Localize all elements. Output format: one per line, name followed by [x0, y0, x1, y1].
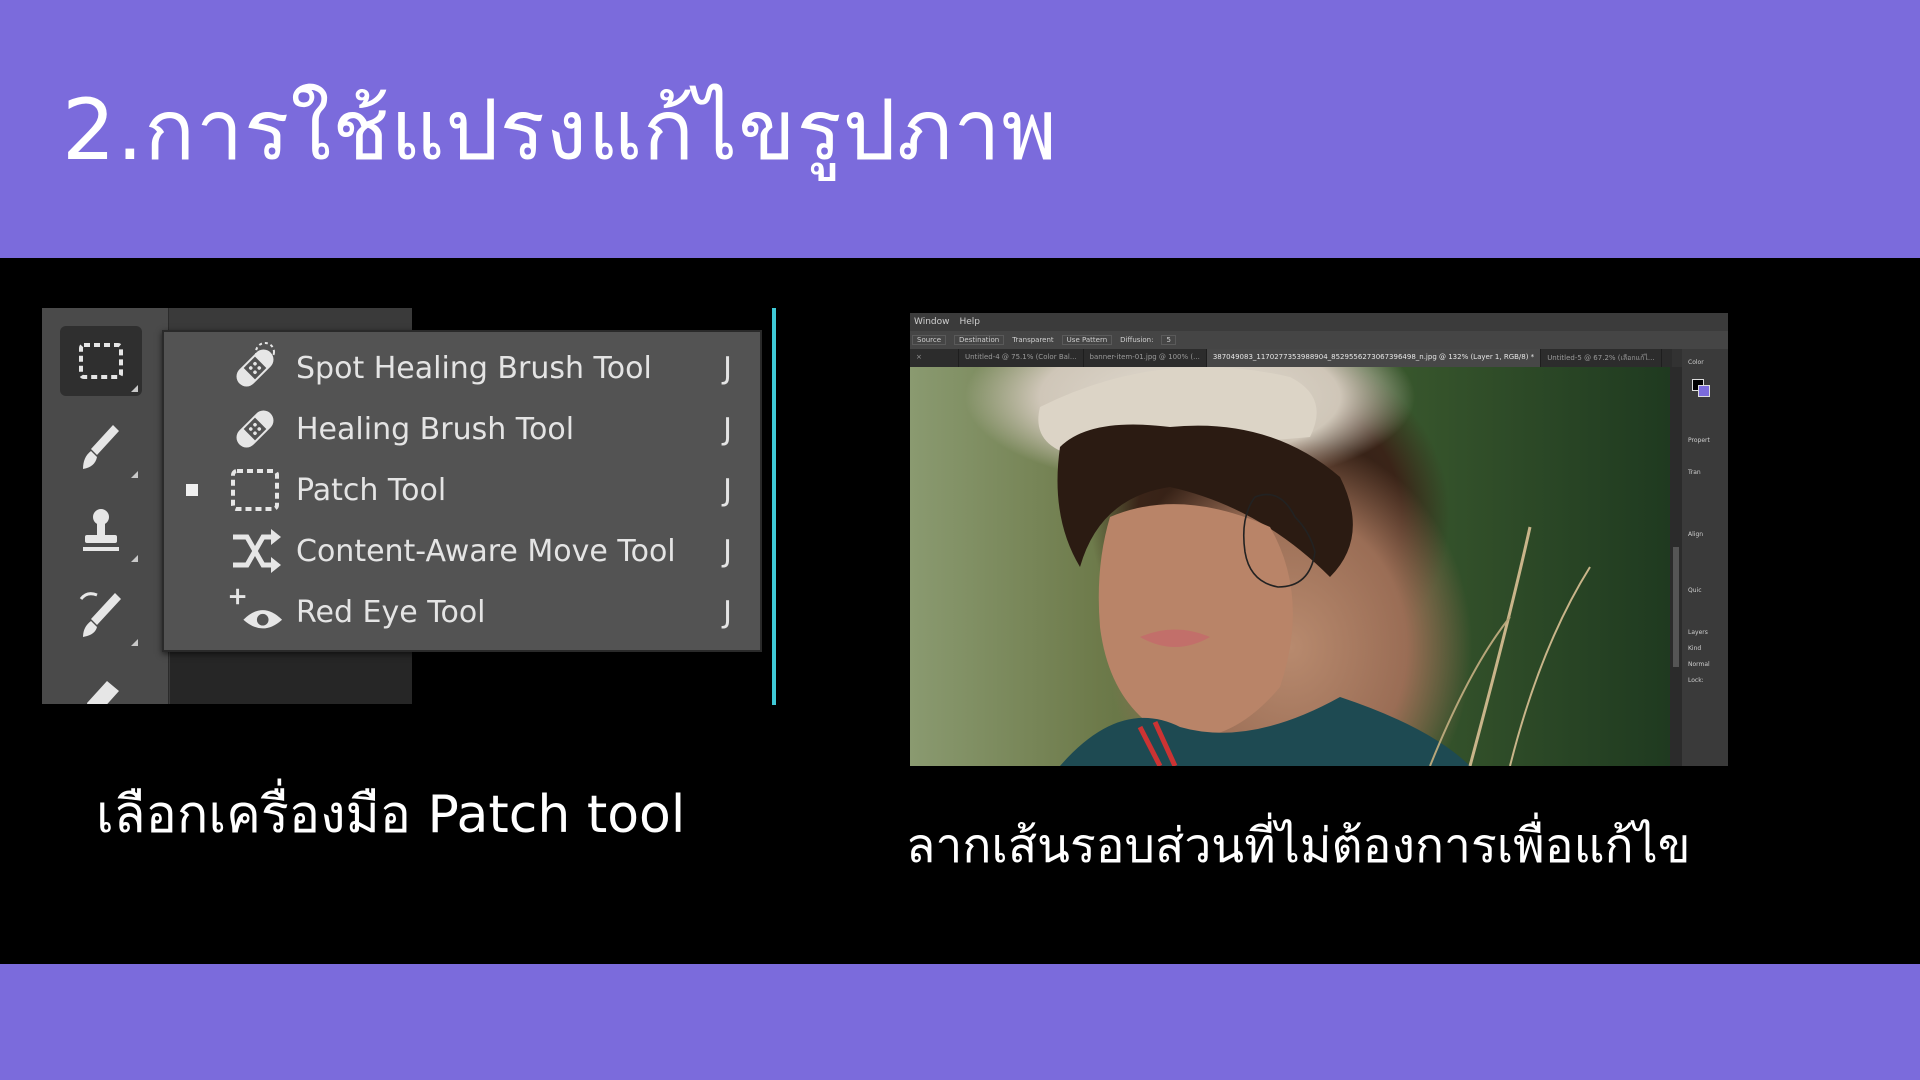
destination-option[interactable]: Destination: [954, 335, 1005, 345]
selected-tool-mark: [186, 484, 198, 496]
ps-document-tabs: × Untitled-4 @ 75.1% (Color Bal... banne…: [910, 349, 1672, 367]
layers-lock-label: Lock:: [1688, 677, 1704, 684]
flyout-item-spot-healing-brush[interactable]: Spot Healing Brush Tool J: [164, 338, 760, 398]
selection-mark: [186, 362, 198, 374]
transparent-option[interactable]: Transparent: [1012, 336, 1053, 344]
divider-line: [772, 308, 776, 705]
flyout-item-red-eye[interactable]: Red Eye Tool J: [164, 582, 760, 642]
patch-icon: [226, 461, 284, 519]
menu-item-window[interactable]: Window: [914, 317, 950, 327]
document-tab[interactable]: Untitled-5 @ 67.2% (เลือกแก้ไ...: [1541, 349, 1662, 367]
source-option[interactable]: Source: [912, 335, 947, 345]
photo-illustration: [1038, 367, 1591, 766]
caption-right: ลากเส้นรอบส่วนที่ไม่ต้องการเพื่อแก้ไข: [906, 818, 1691, 874]
panel-properties-label[interactable]: Propert: [1688, 437, 1710, 444]
layers-kind-filter[interactable]: Kind: [1688, 645, 1701, 652]
healing-tools-flyout: Spot Healing Brush Tool J Healing Brush …: [162, 330, 762, 652]
panel-color-label[interactable]: Color: [1688, 359, 1704, 366]
document-tab[interactable]: ×: [910, 349, 959, 367]
flyout-item-label: Spot Healing Brush Tool: [296, 350, 652, 386]
scrollbar[interactable]: [1670, 367, 1682, 766]
flyout-item-shortcut: J: [723, 411, 732, 447]
flyout-item-shortcut: J: [723, 594, 732, 630]
panel-layers-label[interactable]: Layers: [1688, 629, 1708, 636]
ps-options-bar: Source Destination Transparent Use Patte…: [910, 331, 1728, 349]
footer-band: [0, 964, 1920, 1080]
content-aware-move-icon: [226, 522, 284, 580]
patch-icon[interactable]: [60, 326, 142, 396]
document-tab-active[interactable]: 387049083_1170277353988904_8529556273067…: [1206, 349, 1542, 367]
use-pattern-button[interactable]: Use Pattern: [1061, 335, 1113, 345]
menu-item-help[interactable]: Help: [960, 317, 981, 327]
document-tab[interactable]: banner-item-01.jpg @ 100% (...: [1084, 349, 1207, 367]
flyout-item-label: Content-Aware Move Tool: [296, 533, 676, 569]
caption-left: เลือกเครื่องมือ Patch tool: [96, 785, 686, 845]
flyout-item-shortcut: J: [723, 472, 732, 508]
ps-panels: Color Propert Tran Align Quic Layers Kin…: [1682, 349, 1728, 766]
panel-quick-label[interactable]: Quic: [1688, 587, 1702, 594]
panel-align-label[interactable]: Align: [1688, 531, 1703, 538]
ps-menubar: Window Help: [910, 313, 1728, 331]
selection-mark: [186, 423, 198, 435]
spot-healing-brush-icon: [226, 339, 284, 397]
flyout-item-shortcut: J: [723, 533, 732, 569]
panel-transform-label[interactable]: Tran: [1688, 469, 1701, 476]
flyout-item-label: Patch Tool: [296, 472, 447, 508]
background-swatch[interactable]: [1698, 385, 1710, 397]
ps-window-screenshot: Window Help Source Destination Transpare…: [910, 313, 1728, 766]
diffusion-label: Diffusion:: [1120, 336, 1154, 344]
flyout-item-patch-tool[interactable]: Patch Tool J: [164, 460, 760, 520]
flyout-item-healing-brush[interactable]: Healing Brush Tool J: [164, 399, 760, 459]
red-eye-icon: [226, 583, 284, 641]
flyout-item-content-aware-move[interactable]: Content-Aware Move Tool J: [164, 521, 760, 581]
brush-icon[interactable]: [60, 412, 142, 482]
eraser-icon[interactable]: [60, 658, 142, 704]
slide-title: 2.การใช้แปรงแก้ไขรูปภาพ: [62, 81, 1058, 179]
flyout-item-shortcut: J: [723, 350, 732, 386]
photo-canvas[interactable]: [910, 367, 1670, 766]
history-brush-icon[interactable]: [60, 580, 142, 650]
healing-brush-icon: [226, 400, 284, 458]
selection-mark: [186, 606, 198, 618]
diffusion-value[interactable]: 5: [1161, 335, 1176, 345]
stamp-icon[interactable]: [60, 496, 142, 566]
selection-mark: [186, 545, 198, 557]
ps-toolbar: [42, 308, 169, 704]
toolbar-shadow: [170, 652, 412, 704]
scrollbar-thumb[interactable]: [1673, 547, 1679, 667]
layers-blend-mode[interactable]: Normal: [1688, 661, 1710, 668]
document-tab[interactable]: Untitled-4 @ 75.1% (Color Bal...: [959, 349, 1084, 367]
flyout-item-label: Healing Brush Tool: [296, 411, 575, 447]
flyout-item-label: Red Eye Tool: [296, 594, 486, 630]
